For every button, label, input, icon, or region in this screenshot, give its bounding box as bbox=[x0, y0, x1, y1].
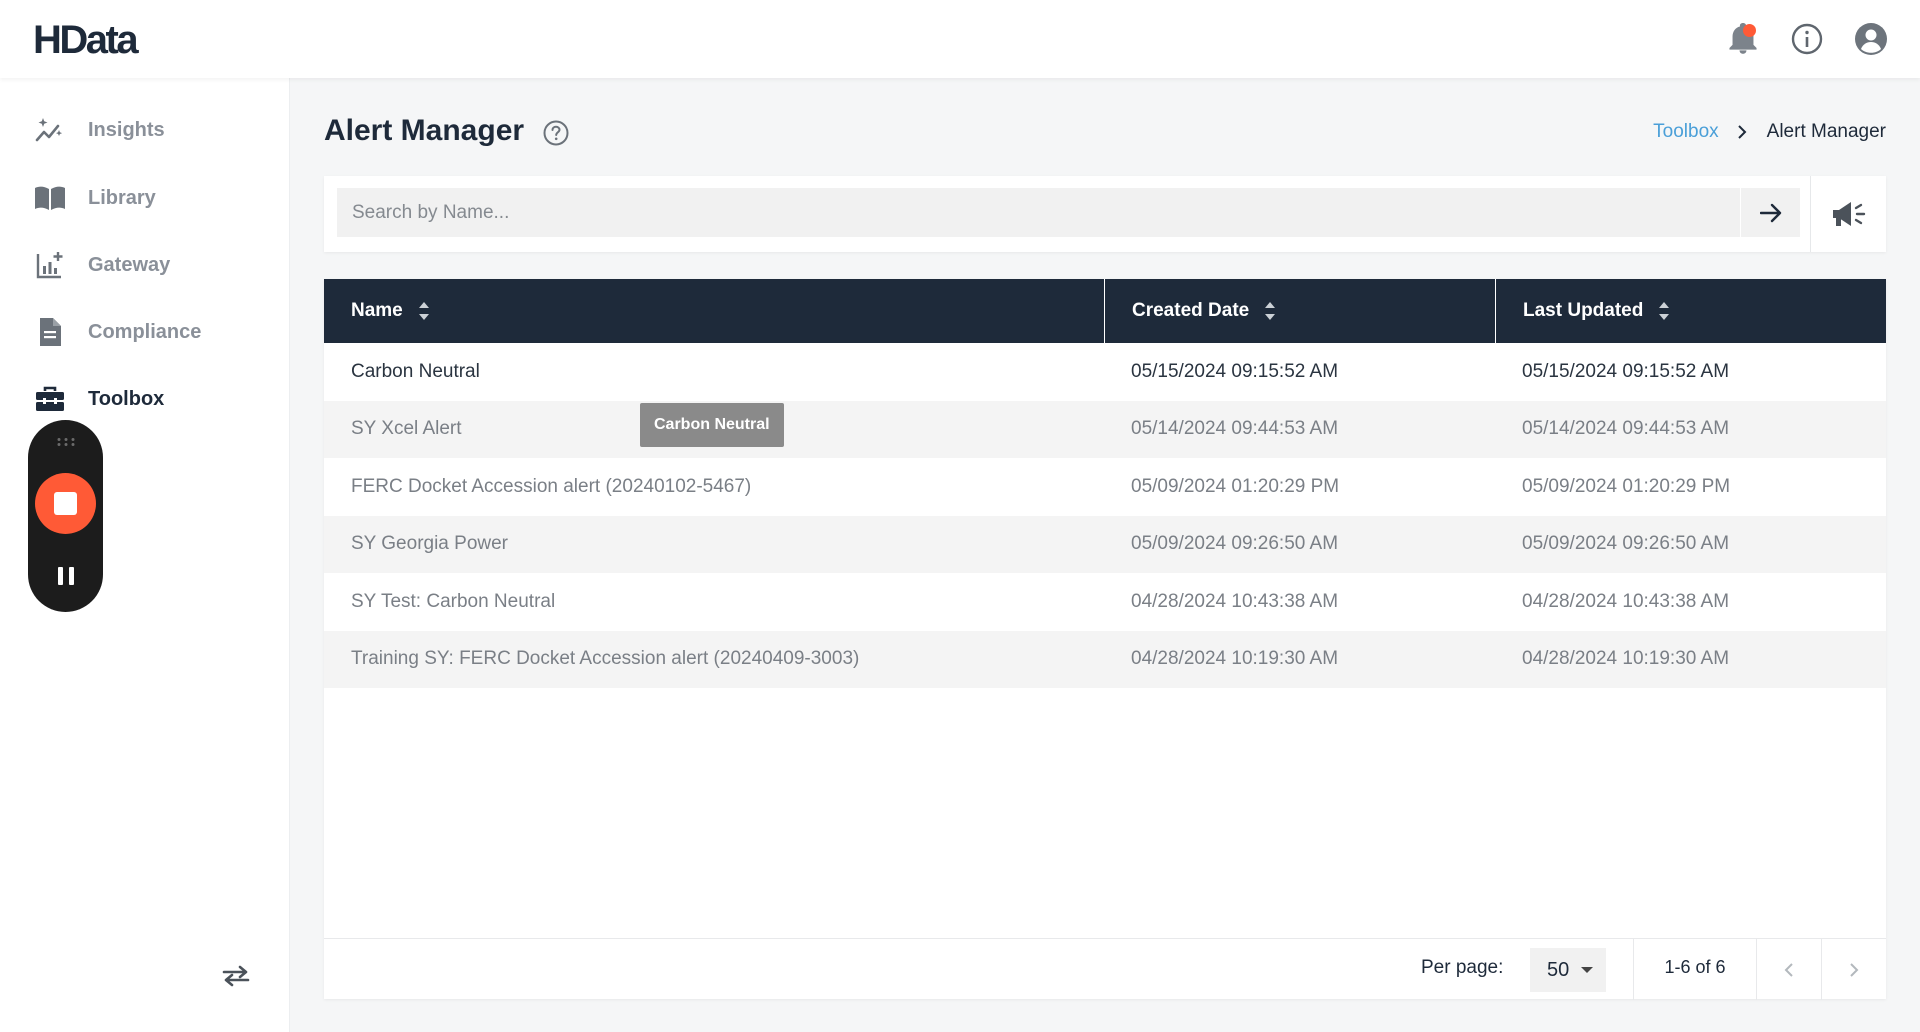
column-header-last-updated[interactable]: Last Updated bbox=[1495, 279, 1886, 343]
sidebar-item-label: Compliance bbox=[88, 320, 202, 343]
sort-icon bbox=[1657, 300, 1671, 322]
book-icon bbox=[34, 182, 66, 214]
account-button[interactable] bbox=[1852, 20, 1890, 58]
cell-name: Carbon Neutral bbox=[351, 360, 480, 382]
caret-down-icon bbox=[1581, 967, 1593, 973]
breadcrumb-current: Alert Manager bbox=[1766, 121, 1886, 142]
search-submit-button[interactable] bbox=[1740, 188, 1800, 237]
sparkles-icon bbox=[34, 114, 66, 146]
page-range: 1-6 of 6 bbox=[1664, 957, 1726, 977]
cell-last-updated: 05/09/2024 01:20:29 PM bbox=[1522, 475, 1731, 497]
drag-handle[interactable] bbox=[28, 432, 103, 452]
pause-recording-button[interactable] bbox=[28, 556, 103, 596]
cell-created-date: 05/09/2024 09:26:50 AM bbox=[1131, 533, 1339, 555]
megaphone-icon bbox=[1832, 202, 1865, 226]
table-header: Name Created Date Last Updated bbox=[324, 279, 1886, 343]
swap-arrows-icon bbox=[222, 965, 250, 987]
cell-name: Training SY: FERC Docket Accession alert… bbox=[351, 648, 860, 670]
notification-badge bbox=[1743, 24, 1756, 37]
sort-icon bbox=[1263, 300, 1277, 322]
table-row[interactable]: SY Georgia Power 05/09/2024 09:26:50 AM … bbox=[324, 515, 1886, 573]
per-page-label: Per page: bbox=[1421, 957, 1504, 978]
chevron-right-icon bbox=[1850, 962, 1859, 977]
info-icon bbox=[1791, 23, 1823, 55]
stop-icon bbox=[54, 492, 77, 515]
column-header-created-date[interactable]: Created Date bbox=[1104, 279, 1495, 343]
previous-page-button[interactable] bbox=[1757, 939, 1821, 1000]
grip-dots-icon bbox=[57, 438, 74, 446]
sidebar-item-label: Library bbox=[88, 186, 156, 209]
cell-created-date: 05/14/2024 09:44:53 AM bbox=[1131, 418, 1339, 440]
sidebar-item-label: Toolbox bbox=[88, 387, 165, 410]
per-page-select[interactable]: 50 bbox=[1530, 948, 1606, 992]
sidebar-item-compliance[interactable]: Compliance bbox=[0, 302, 290, 362]
cell-last-updated: 05/09/2024 09:26:50 AM bbox=[1522, 533, 1730, 555]
sidebar-item-library[interactable]: Library bbox=[0, 168, 290, 228]
cell-created-date: 04/28/2024 10:43:38 AM bbox=[1131, 590, 1339, 612]
user-avatar-icon bbox=[1855, 23, 1887, 55]
help-icon[interactable] bbox=[542, 119, 570, 147]
page-title: Alert Manager bbox=[324, 114, 525, 147]
screen-recorder-widget bbox=[28, 420, 103, 612]
cell-created-date: 05/15/2024 09:15:52 AM bbox=[1131, 360, 1339, 382]
cell-last-updated: 04/28/2024 10:43:38 AM bbox=[1522, 590, 1730, 612]
column-header-label: Last Updated bbox=[1523, 300, 1644, 321]
info-button[interactable] bbox=[1788, 20, 1826, 58]
sidebar-item-insights[interactable]: Insights bbox=[0, 100, 290, 160]
table-row[interactable]: Training SY: FERC Docket Accession alert… bbox=[324, 630, 1886, 688]
top-actions bbox=[1724, 20, 1890, 58]
cell-name: SY Georgia Power bbox=[351, 533, 509, 555]
breadcrumb-link-toolbox[interactable]: Toolbox bbox=[1653, 121, 1719, 143]
stop-recording-button[interactable] bbox=[35, 473, 96, 534]
chart-plus-icon bbox=[34, 249, 66, 281]
per-page-value: 50 bbox=[1547, 958, 1570, 981]
column-header-name[interactable]: Name bbox=[324, 279, 1104, 343]
document-icon bbox=[34, 316, 66, 348]
arrow-right-icon bbox=[1759, 203, 1781, 222]
cell-last-updated: 05/14/2024 09:44:53 AM bbox=[1522, 418, 1730, 440]
table-row[interactable]: Carbon Neutral 05/15/2024 09:15:52 AM 05… bbox=[324, 343, 1886, 401]
notifications-button[interactable] bbox=[1724, 20, 1762, 58]
table-body: Carbon Neutral 05/15/2024 09:15:52 AM 05… bbox=[324, 343, 1886, 688]
chevron-left-icon bbox=[1784, 962, 1793, 977]
column-header-label: Name bbox=[351, 300, 403, 321]
cell-created-date: 05/09/2024 01:20:29 PM bbox=[1131, 475, 1340, 497]
table-row[interactable]: SY Xcel Alert 05/14/2024 09:44:53 AM 05/… bbox=[324, 400, 1886, 458]
sidebar-item-label: Gateway bbox=[88, 253, 171, 276]
sort-icon bbox=[417, 300, 431, 322]
sidebar-item-gateway[interactable]: Gateway bbox=[0, 235, 290, 295]
pause-icon bbox=[57, 567, 63, 585]
alerts-table: Name Created Date Last Updated Carbon Ne… bbox=[324, 279, 1886, 1000]
cell-created-date: 04/28/2024 10:19:30 AM bbox=[1131, 648, 1339, 670]
table-row[interactable]: SY Test: Carbon Neutral 04/28/2024 10:43… bbox=[324, 573, 1886, 631]
chevron-right-icon bbox=[1737, 125, 1749, 139]
row-tooltip: Carbon Neutral bbox=[640, 403, 784, 447]
search-bar bbox=[324, 176, 1886, 252]
top-bar: HData bbox=[0, 0, 1920, 78]
sidebar-item-toolbox[interactable]: Toolbox bbox=[0, 369, 290, 429]
table-row[interactable]: FERC Docket Accession alert (20240102-54… bbox=[324, 458, 1886, 516]
create-alert-button[interactable] bbox=[1811, 176, 1886, 252]
table-pagination: Per page: 50 1-6 of 6 bbox=[324, 938, 1886, 1000]
cell-name: SY Test: Carbon Neutral bbox=[351, 590, 556, 612]
cell-name: FERC Docket Accession alert (20240102-54… bbox=[351, 475, 752, 497]
app-logo[interactable]: HData bbox=[33, 18, 139, 62]
column-header-label: Created Date bbox=[1132, 300, 1250, 321]
breadcrumb: Toolbox Alert Manager bbox=[1653, 121, 1886, 143]
cell-last-updated: 05/15/2024 09:15:52 AM bbox=[1522, 360, 1730, 382]
cell-last-updated: 04/28/2024 10:19:30 AM bbox=[1522, 648, 1730, 670]
sidebar-item-label: Insights bbox=[88, 118, 165, 141]
sidebar-collapse-button[interactable] bbox=[218, 958, 254, 994]
search-input[interactable] bbox=[337, 188, 1740, 237]
toolbox-icon bbox=[34, 383, 66, 415]
next-page-button[interactable] bbox=[1822, 939, 1886, 1000]
pause-icon bbox=[68, 567, 74, 585]
